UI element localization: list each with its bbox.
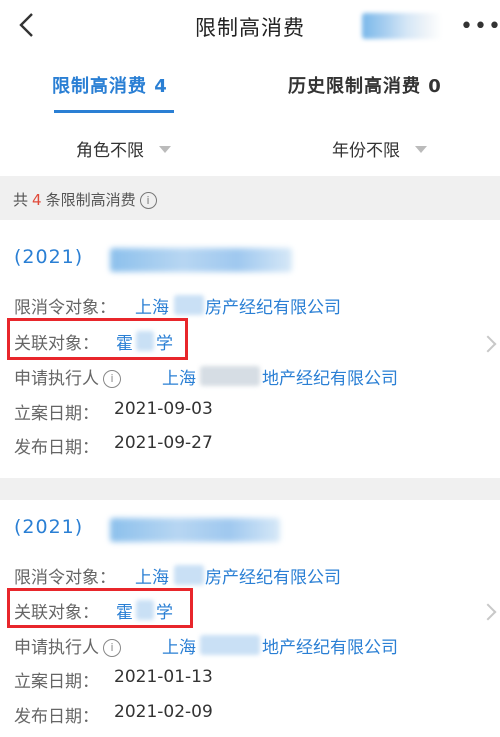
card-separator: [0, 478, 500, 500]
filed-date-label: 立案日期：: [14, 404, 99, 424]
published-date-label: 发布日期：: [14, 707, 99, 727]
applicant-label-text: 申请执行人: [14, 638, 99, 658]
tab-current-restrictions[interactable]: 限制高消费 4: [52, 72, 168, 98]
more-icon[interactable]: •••: [460, 14, 500, 39]
applicant-value-prefix[interactable]: 上海: [162, 364, 196, 389]
applicant-value-suffix[interactable]: 地产经纪有限公司: [262, 633, 398, 658]
applicant-label-text: 申请执行人: [14, 369, 99, 389]
applicant-value-suffix[interactable]: 地产经纪有限公司: [262, 364, 398, 389]
filed-date-label: 立案日期：: [14, 672, 99, 692]
summary-suffix: 条限制高消费: [45, 191, 136, 209]
blurred-text: [174, 295, 204, 315]
applicant-value-prefix[interactable]: 上海: [162, 633, 196, 658]
case-number: (2021): [14, 516, 84, 538]
target-value-prefix[interactable]: 上海: [135, 563, 169, 588]
case-number: (2021): [14, 246, 84, 268]
blurred-header-info: [362, 13, 442, 39]
info-icon[interactable]: i: [139, 192, 157, 209]
published-date-label: 发布日期：: [14, 438, 99, 458]
applicant-label: 申请执行人 i: [14, 364, 121, 389]
summary-count: 4: [32, 191, 42, 209]
chevron-down-icon: [159, 146, 172, 153]
applicant-label: 申请执行人 i: [14, 633, 121, 658]
blurred-text: [200, 635, 260, 655]
info-icon[interactable]: i: [103, 639, 121, 657]
blurred-case-number: [110, 248, 292, 272]
tab-history-restrictions[interactable]: 历史限制高消费 0: [288, 72, 442, 98]
filter-role-label: 角色不限: [76, 141, 144, 161]
filed-date-value: 2021-09-03: [114, 399, 213, 419]
target-value-prefix[interactable]: 上海: [135, 293, 169, 318]
published-date-value: 2021-02-09: [114, 702, 213, 722]
filter-year[interactable]: 年份不限: [332, 136, 428, 161]
target-label: 限消令对象：: [14, 298, 116, 318]
target-label: 限消令对象：: [14, 568, 116, 588]
filed-date-value: 2021-01-13: [114, 667, 213, 687]
target-value-suffix[interactable]: 房产经纪有限公司: [205, 563, 341, 588]
published-date-value: 2021-09-27: [114, 433, 213, 453]
summary-prefix: 共: [13, 191, 29, 209]
blurred-text: [200, 366, 260, 386]
highlight-box: [7, 318, 188, 360]
target-value-suffix[interactable]: 房产经纪有限公司: [205, 293, 341, 318]
summary-text: 共 4 条限制高消费 i: [13, 189, 157, 210]
blurred-case-number: [110, 518, 280, 542]
highlight-box: [7, 588, 193, 628]
blurred-text: [174, 565, 204, 585]
info-icon[interactable]: i: [103, 370, 121, 388]
filter-role[interactable]: 角色不限: [76, 136, 172, 161]
filter-year-label: 年份不限: [332, 141, 400, 161]
chevron-down-icon: [415, 146, 428, 153]
active-tab-indicator: [54, 110, 174, 113]
